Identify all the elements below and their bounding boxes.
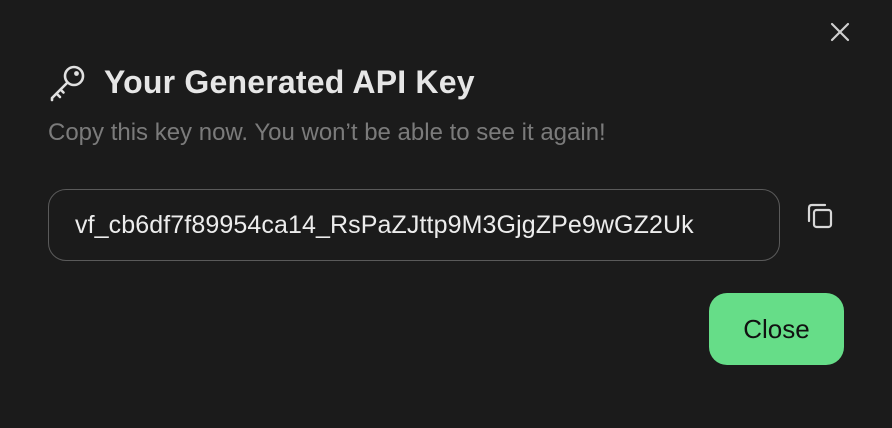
close-button[interactable]: Close: [709, 293, 844, 365]
api-key-field: [48, 189, 780, 261]
copy-icon: [807, 203, 833, 229]
dismiss-dialog-button[interactable]: [826, 18, 854, 46]
key-icon: [48, 62, 88, 102]
copy-key-button[interactable]: [800, 196, 840, 236]
close-icon: [830, 22, 850, 42]
api-key-dialog: Your Generated API Key Copy this key now…: [0, 0, 892, 428]
api-key-input[interactable]: [75, 210, 779, 240]
dialog-header: Your Generated API Key: [48, 60, 475, 104]
dialog-subtitle: Copy this key now. You won’t be able to …: [48, 119, 606, 146]
dialog-title: Your Generated API Key: [104, 63, 475, 100]
